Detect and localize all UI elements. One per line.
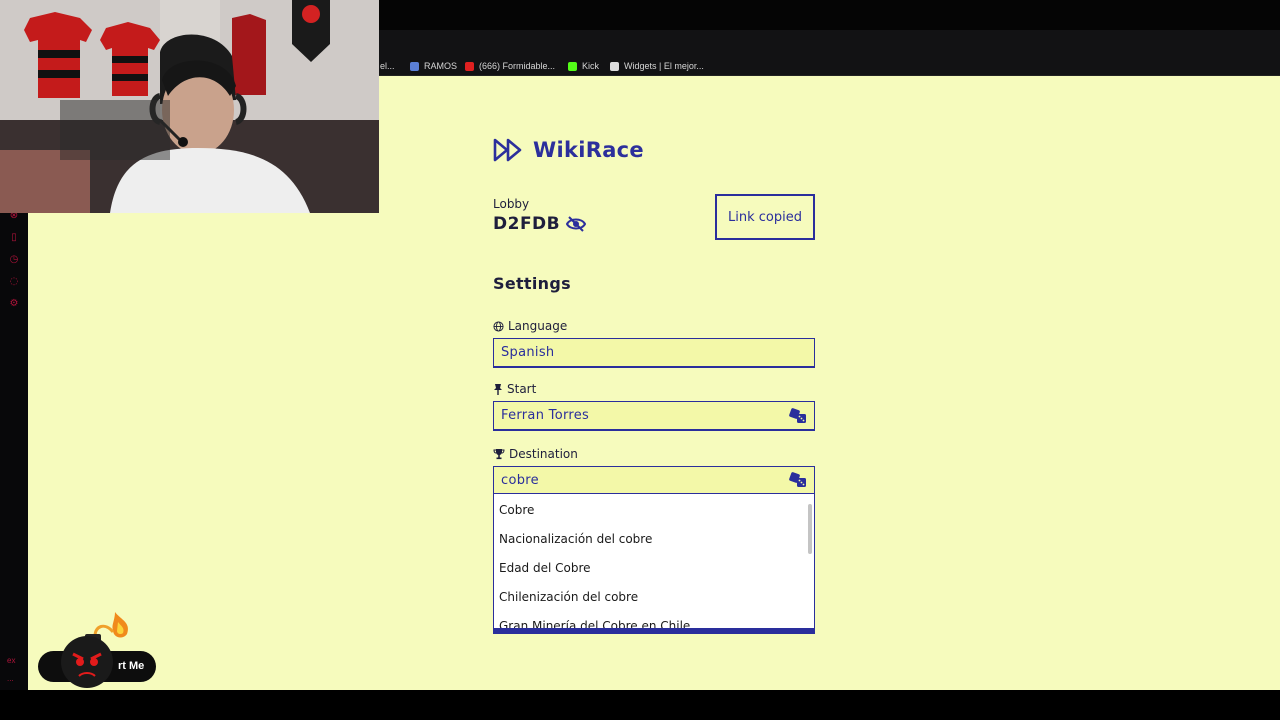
suggestion-item[interactable]: Cobre <box>499 503 534 517</box>
bookmark-label: Widgets | El mejor... <box>624 61 704 71</box>
suggestion-item[interactable]: Chilenización del cobre <box>499 590 638 604</box>
sidebar-history-icon[interactable]: ◷ <box>8 254 20 266</box>
settings-title: Settings <box>493 274 571 293</box>
bookmark-label: el... <box>380 61 395 71</box>
language-select[interactable]: Spanish <box>493 338 815 368</box>
copy-link-button[interactable]: Link copied <box>715 194 815 240</box>
brand-title: WikiRace <box>533 138 644 162</box>
fast-forward-icon <box>493 138 522 162</box>
destination-label: Destination <box>493 447 578 461</box>
webcam-overlay <box>0 0 379 213</box>
destination-input[interactable]: cobre <box>493 466 815 494</box>
lobby-code: D2FDB <box>493 214 587 234</box>
suggestions-scrollbar[interactable] <box>807 500 813 624</box>
widgets-favicon-icon <box>610 61 619 71</box>
sidebar-chat-icon[interactable]: ◌ <box>8 276 20 288</box>
pin-icon <box>494 384 502 395</box>
bookmark-item[interactable]: Widgets | El mejor... <box>610 59 704 73</box>
kick-icon <box>568 61 577 71</box>
suggestions-border <box>493 628 815 634</box>
start-value: Ferran Torres <box>501 408 590 423</box>
eye-slash-icon[interactable] <box>566 216 587 232</box>
sidebar-settings-icon[interactable]: ⚙ <box>8 298 20 310</box>
globe-icon <box>493 320 504 332</box>
trophy-icon <box>493 449 505 460</box>
language-label: Language <box>493 319 567 333</box>
suggestion-item[interactable]: Nacionalización del cobre <box>499 532 652 546</box>
bookmark-label: RAMOS <box>424 61 458 71</box>
taskbar <box>0 690 1280 720</box>
random-dice-icon[interactable] <box>789 472 807 488</box>
lobby-label: Lobby <box>493 197 530 211</box>
sidebar-more[interactable]: ... <box>7 674 14 683</box>
language-label-text: Language <box>508 319 568 333</box>
destination-label-text: Destination <box>509 447 578 461</box>
start-label-text: Start <box>507 382 537 396</box>
bookmark-item[interactable]: (666) Formidable... <box>465 59 555 73</box>
bomb-mascot-icon <box>61 612 128 688</box>
webcam-image <box>0 0 379 213</box>
sidebar-bookmark-icon[interactable]: ▯ <box>8 232 20 244</box>
start-input[interactable]: Ferran Torres <box>493 401 815 431</box>
destination-value: cobre <box>501 472 539 488</box>
bookmark-item[interactable]: Kick <box>568 59 599 73</box>
youtube-icon <box>465 61 474 71</box>
bookmark-favicon-icon <box>410 61 419 71</box>
bookmark-label: (666) Formidable... <box>479 61 556 71</box>
brand: WikiRace <box>493 138 644 162</box>
scrollbar-thumb[interactable] <box>808 504 812 554</box>
language-value: Spanish <box>501 345 555 360</box>
sidebar-text: ex <box>7 656 16 665</box>
destination-suggestions: Cobre Nacionalización del cobre Edad del… <box>493 494 815 634</box>
bookmark-item[interactable]: el... <box>380 59 395 73</box>
start-label: Start <box>493 382 536 396</box>
suggestion-item[interactable]: Edad del Cobre <box>499 561 591 575</box>
lobby-panel: WikiRace Lobby D2FDB Link copied Setting… <box>493 76 815 690</box>
lobby-code-text: D2FDB <box>493 214 561 234</box>
bookmark-label: Kick <box>582 61 600 71</box>
bookmark-item[interactable]: RAMOS <box>410 59 457 73</box>
random-dice-icon[interactable] <box>789 408 807 424</box>
